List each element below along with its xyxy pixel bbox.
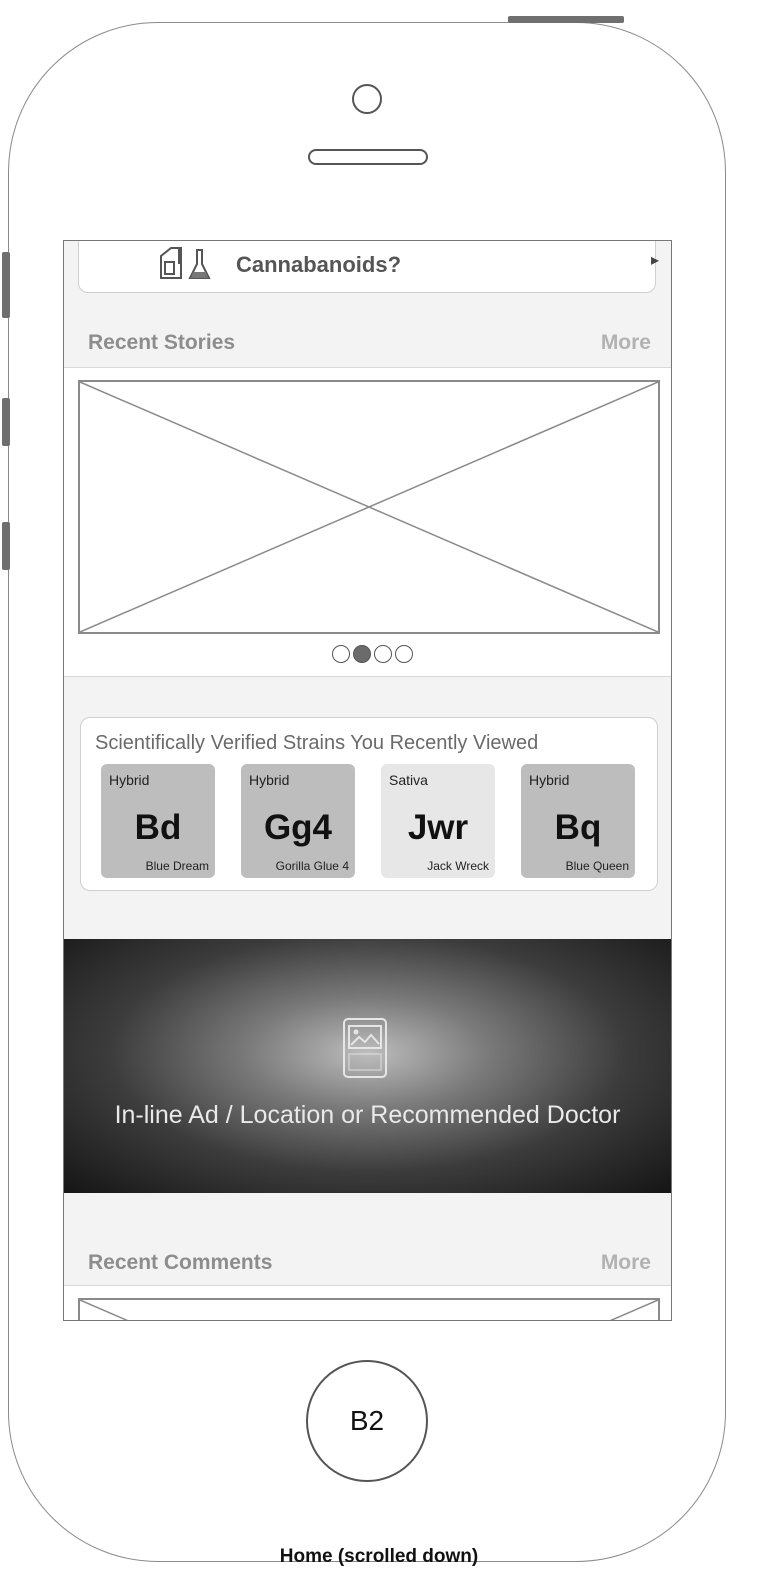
- pager-dot[interactable]: [332, 645, 350, 663]
- recent-comments-header: Recent Comments More: [64, 1237, 671, 1287]
- recent-stories-header: Recent Stories More: [64, 317, 671, 367]
- cannabinoids-card[interactable]: Cannabanoids? ▸: [78, 241, 659, 293]
- strain-name: Blue Dream: [145, 859, 209, 873]
- story-image-placeholder[interactable]: [78, 380, 660, 634]
- ad-text: In-line Ad / Location or Recommended Doc…: [114, 1101, 621, 1129]
- strain-name: Blue Queen: [565, 859, 629, 873]
- screen-caption: Home (scrolled down): [279, 1546, 479, 1567]
- pager-dot[interactable]: [374, 645, 392, 663]
- power-button: [508, 16, 624, 23]
- recent-comments-section: [64, 1285, 671, 1320]
- strain-type: Hybrid: [109, 772, 150, 788]
- volume-down-button: [2, 522, 10, 570]
- chevron-right-icon: ▸: [650, 252, 659, 269]
- strain-name: Gorilla Glue 4: [275, 859, 349, 873]
- recent-comments-more-link[interactable]: More: [601, 1251, 651, 1275]
- recent-stories-carousel[interactable]: [64, 367, 671, 677]
- strain-symbol: Jwr: [407, 808, 469, 847]
- inline-ad-banner[interactable]: In-line Ad / Location or Recommended Doc…: [64, 939, 671, 1193]
- pager-dot[interactable]: [395, 645, 413, 663]
- lab-icon: [157, 242, 221, 287]
- comment-image-placeholder[interactable]: [78, 1298, 660, 1320]
- strain-tile[interactable]: Sativa Jwr Jack Wreck: [381, 764, 495, 878]
- pager-dot-active[interactable]: [353, 645, 371, 663]
- strain-tile[interactable]: Hybrid Gg4 Gorilla Glue 4: [241, 764, 355, 878]
- strains-heading: Scientifically Verified Strains You Rece…: [95, 732, 539, 754]
- strain-tile[interactable]: Hybrid Bd Blue Dream: [101, 764, 215, 878]
- carousel-pager[interactable]: [332, 645, 413, 663]
- home-button[interactable]: B2: [306, 1360, 428, 1482]
- recent-stories-title: Recent Stories: [88, 331, 236, 354]
- recent-strains-card: Scientifically Verified Strains You Rece…: [80, 717, 658, 891]
- recent-stories-more-link[interactable]: More: [601, 331, 651, 355]
- strain-symbol: Bd: [134, 808, 182, 847]
- phone-screen: Cannabanoids? ▸ Recent Stories More Scie…: [63, 240, 672, 1321]
- volume-up-button: [2, 398, 10, 446]
- strain-type: Hybrid: [529, 772, 570, 788]
- strain-symbol: Gg4: [263, 808, 333, 847]
- strain-symbol: Bq: [554, 808, 602, 847]
- cannabinoids-label: Cannabanoids?: [236, 252, 402, 277]
- recent-comments-title: Recent Comments: [88, 1251, 273, 1274]
- front-camera: [352, 84, 382, 114]
- earpiece-speaker: [308, 149, 428, 165]
- strain-name: Jack Wreck: [427, 859, 489, 873]
- strain-tile[interactable]: Hybrid Bq Blue Queen: [521, 764, 635, 878]
- strain-type: Hybrid: [249, 772, 290, 788]
- strain-type: Sativa: [389, 772, 428, 788]
- image-icon: [342, 1017, 388, 1084]
- mute-switch: [2, 252, 10, 318]
